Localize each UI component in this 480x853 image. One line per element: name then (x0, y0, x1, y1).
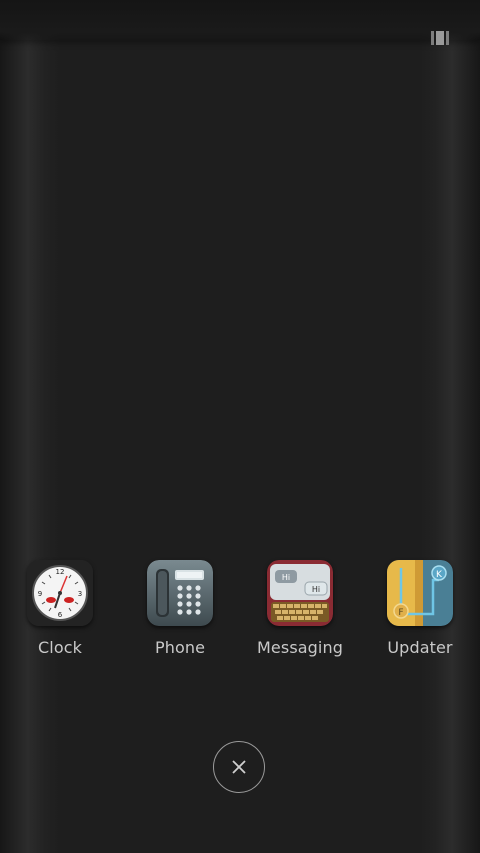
app-label-updater: Updater (387, 638, 453, 657)
svg-text:9: 9 (38, 590, 42, 598)
svg-text:3: 3 (78, 590, 82, 598)
svg-text:6: 6 (58, 611, 63, 619)
app-label-phone: Phone (154, 638, 206, 657)
app-updater[interactable]: K F Updater (370, 560, 470, 657)
updater-letter-f: F (398, 608, 403, 618)
close-button[interactable] (213, 741, 265, 793)
app-label-messaging: Messaging (257, 638, 343, 657)
close-icon (232, 760, 246, 774)
app-row: 12 3 6 9 Clock Phone Hi Hi Messaging K F… (0, 560, 480, 660)
app-messaging[interactable]: Hi Hi Messaging (250, 560, 350, 657)
updater-icon: K F (387, 560, 453, 626)
pages-icon[interactable] (431, 31, 451, 45)
right-edge-glow (420, 0, 480, 853)
status-bar (0, 0, 480, 45)
app-label-clock: Clock (38, 638, 82, 657)
app-phone[interactable]: Phone (130, 560, 230, 657)
clock-icon: 12 3 6 9 (27, 560, 93, 626)
phone-icon (147, 560, 213, 626)
message-bubble-2: Hi (312, 585, 320, 594)
svg-text:12: 12 (56, 568, 65, 576)
left-edge-glow (0, 0, 60, 853)
app-clock[interactable]: 12 3 6 9 Clock (10, 560, 110, 657)
messaging-icon: Hi Hi (267, 560, 333, 626)
home-screen-editor: 12 3 6 9 Clock Phone Hi Hi Messaging K F… (0, 0, 480, 853)
message-bubble-1: Hi (282, 573, 290, 582)
